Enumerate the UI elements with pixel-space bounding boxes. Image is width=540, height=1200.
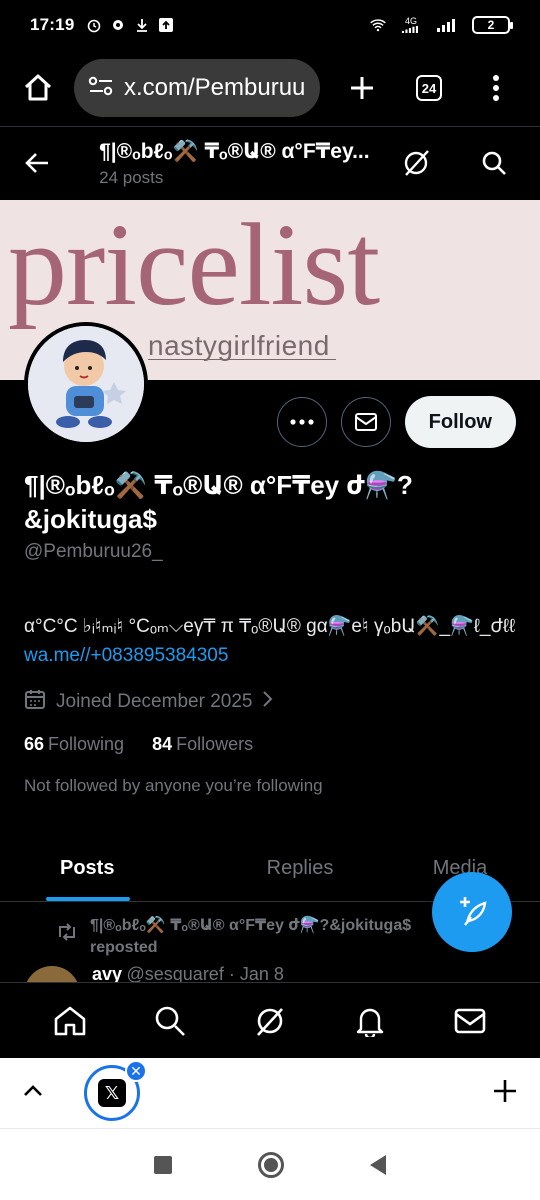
status-system-icons: 4G 2 xyxy=(370,16,513,34)
repost-icon xyxy=(56,923,78,959)
wifi-icon xyxy=(370,17,386,33)
banner-subtitle: nastygirlfriend xyxy=(148,330,336,361)
following-count: 66 xyxy=(24,734,45,754)
gear-icon xyxy=(110,17,126,33)
tab-replies[interactable]: Replies xyxy=(220,836,380,901)
nav-home-icon[interactable] xyxy=(46,997,94,1045)
alarm-icon xyxy=(86,17,102,33)
chevron-right-icon xyxy=(262,690,274,714)
back-icon[interactable] xyxy=(370,1154,386,1175)
add-tab-icon[interactable] xyxy=(492,1078,518,1109)
chevron-up-icon[interactable] xyxy=(22,1084,44,1103)
signal-icon xyxy=(436,17,462,33)
followers-count: 84 xyxy=(152,734,173,754)
status-notification-icons xyxy=(86,17,174,33)
followers-link[interactable]: 84 Followers xyxy=(152,734,253,755)
nav-messages-icon[interactable] xyxy=(446,997,494,1045)
post-header: avy @sesquaref · Jan 8 xyxy=(92,964,284,982)
back-arrow-icon[interactable] xyxy=(18,143,55,183)
new-tab-icon[interactable] xyxy=(342,68,382,108)
nav-notifications-bell-icon[interactable] xyxy=(346,997,394,1045)
repost-label: reposted xyxy=(90,939,158,956)
followers-label: Followers xyxy=(176,734,254,754)
post-avatar[interactable] xyxy=(24,966,80,982)
search-icon[interactable] xyxy=(474,143,514,183)
header-post-count: 24 posts xyxy=(99,167,164,187)
header-name: ¶|®ₒbℓₒ⚒️ ₸ₒ®Ա® α°F₸ey... xyxy=(99,139,370,163)
address-bar[interactable]: x.com/Pemburuu xyxy=(74,59,320,117)
compose-post-button[interactable] xyxy=(432,872,512,952)
status-time: 17:19 xyxy=(30,15,75,34)
browser-toolbar: x.com/Pemburuu 24 xyxy=(0,50,540,126)
close-tab-icon[interactable]: ✕ xyxy=(125,1060,147,1082)
profile-header: ¶|®ₒbℓₒ⚒️ ₸ₒ®Ա® α°F₸ey... 24 posts xyxy=(0,127,540,199)
home-button-icon[interactable] xyxy=(258,1151,284,1178)
message-button[interactable] xyxy=(340,397,391,447)
follow-counts: 66 Following 84 Followers xyxy=(24,734,253,755)
profile-actions: Follow xyxy=(276,396,516,448)
repost-indicator: ¶|®ₒbℓₒ⚒️ ₸ₒ®Ա® α°F₸ey ժ⚗️?&jokituga$ re… xyxy=(56,915,456,959)
joined-date[interactable]: Joined December 2025 xyxy=(24,688,274,716)
tab-switcher-button[interactable]: 24 xyxy=(416,75,442,101)
site-settings-icon[interactable] xyxy=(88,75,114,102)
nav-search-icon[interactable] xyxy=(146,997,194,1045)
not-followed-note: Not followed by anyone you’re following xyxy=(24,776,323,795)
header-titles: ¶|®ₒbℓₒ⚒️ ₸ₒ®Ա® α°F₸ey... 24 posts xyxy=(99,139,396,188)
home-icon[interactable] xyxy=(18,68,58,108)
avatar[interactable] xyxy=(24,322,148,446)
repost-text-block: ¶|®ₒbℓₒ⚒️ ₸ₒ®Ա® α°F₸ey ժ⚗️?&jokituga$ re… xyxy=(90,915,440,959)
compose-feather-icon xyxy=(453,891,491,934)
following-link[interactable]: 66 Following xyxy=(24,734,124,755)
battery-icon: 2 xyxy=(472,16,513,34)
signal-4g-icon: 4G xyxy=(396,17,426,33)
download-icon xyxy=(134,17,150,33)
display-name: ¶|®ₒbℓₒ⚒️ ₸ₒ®Ա® α°F₸ey ժ⚗️? &jokituga$ xyxy=(24,470,413,534)
grok-icon[interactable] xyxy=(396,143,436,183)
following-label: Following xyxy=(48,734,125,754)
tab-posts[interactable]: Posts xyxy=(0,836,220,901)
joined-text: Joined December 2025 xyxy=(56,691,253,712)
user-handle: @Pemburuu26_ xyxy=(24,541,163,562)
upload-box-icon xyxy=(158,17,174,33)
post-meta: @sesquaref · Jan 8 xyxy=(126,964,284,982)
nav-grok-icon[interactable] xyxy=(246,997,294,1045)
bottom-navigation xyxy=(0,982,540,1058)
banner-title: pricelist xyxy=(8,200,380,330)
recents-icon[interactable] xyxy=(154,1155,172,1174)
x-logo-icon: 𝕏 xyxy=(98,1079,126,1107)
calendar-icon xyxy=(24,688,46,716)
post-author[interactable]: avy xyxy=(92,964,122,982)
follow-button[interactable]: Follow xyxy=(404,396,516,448)
status-bar: 17:19 4G 2 xyxy=(0,0,540,50)
post-item[interactable]: avy @sesquaref · Jan 8 xyxy=(24,964,524,982)
profile-bio: α°C°C ♭ᵢ♮ₘᵢ♮ °Cₒₘ⌵eγ₸ π ₸ₒ®Ա® gα⚗️e♮ γₒb… xyxy=(24,616,520,637)
system-navigation-bar xyxy=(0,1128,540,1200)
battery-level: 2 xyxy=(487,18,495,32)
url-text: x.com/Pemburuu xyxy=(124,74,306,101)
header-actions xyxy=(396,143,522,183)
open-tab-x[interactable]: 𝕏 ✕ xyxy=(84,1060,147,1121)
bio-link[interactable]: wa.me//+083895384305 xyxy=(24,645,228,667)
browser-tab-strip: 𝕏 ✕ xyxy=(0,1058,540,1128)
browser-actions: 24 xyxy=(342,68,522,108)
more-menu-icon[interactable] xyxy=(476,68,516,108)
repost-by[interactable]: ¶|®ₒbℓₒ⚒️ ₸ₒ®Ա® α°F₸ey ժ⚗️?&jokituga$ xyxy=(90,915,440,937)
more-options-button[interactable] xyxy=(276,397,327,447)
